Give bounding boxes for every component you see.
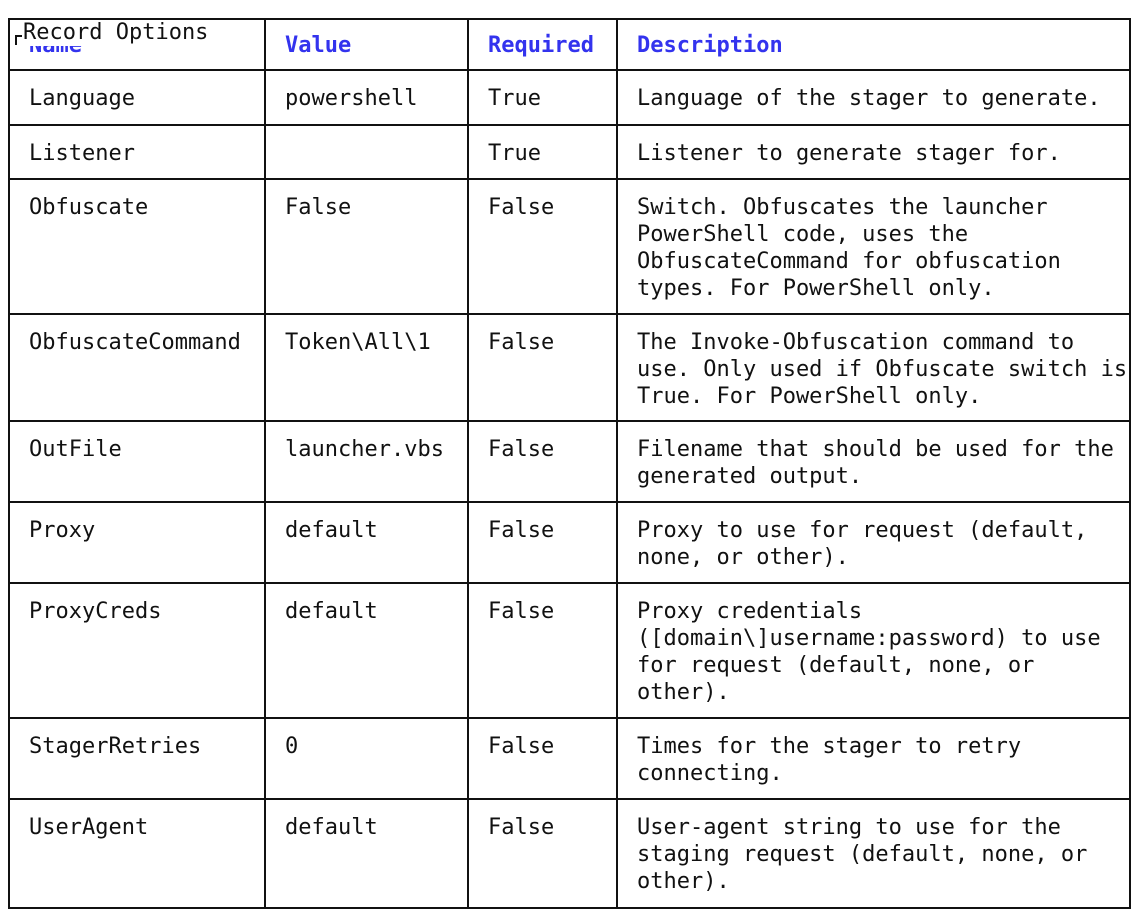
option-name: ProxyCreds bbox=[8, 582, 266, 719]
column-header-required: Required bbox=[467, 18, 618, 71]
column-header-description: Description bbox=[616, 18, 1131, 71]
option-name: OutFile bbox=[8, 420, 266, 503]
table-row: Listener True Listener to generate stage… bbox=[8, 124, 1131, 180]
option-name: Language bbox=[8, 69, 266, 126]
option-name: Proxy bbox=[8, 501, 266, 584]
option-required: False bbox=[467, 582, 618, 719]
table-row: ProxyCreds default False Proxy credentia… bbox=[8, 582, 1131, 719]
record-options-panel: Record Options Name Value Required Descr… bbox=[8, 18, 1131, 909]
table-row: Language powershell True Language of the… bbox=[8, 69, 1131, 126]
option-value bbox=[264, 124, 469, 180]
table-row: Proxy default False Proxy to use for req… bbox=[8, 501, 1131, 584]
option-description: User-agent string to use for the staging… bbox=[616, 798, 1131, 909]
option-description: Language of the stager to generate. bbox=[616, 69, 1131, 126]
option-name: UserAgent bbox=[8, 798, 266, 909]
option-required: False bbox=[467, 420, 618, 503]
option-required: True bbox=[467, 69, 618, 126]
table-row: Obfuscate False False Switch. Obfuscates… bbox=[8, 178, 1131, 315]
option-name: Listener bbox=[8, 124, 266, 180]
option-description: The Invoke-Obfuscation command to use. O… bbox=[616, 313, 1131, 422]
option-name: StagerRetries bbox=[8, 717, 266, 800]
option-description: Switch. Obfuscates the launcher PowerShe… bbox=[616, 178, 1131, 315]
option-required: False bbox=[467, 313, 618, 422]
option-value: launcher.vbs bbox=[264, 420, 469, 503]
option-required: False bbox=[467, 178, 618, 315]
option-required: False bbox=[467, 717, 618, 800]
options-table: Name Value Required Description Language… bbox=[8, 18, 1131, 909]
option-description: Proxy credentials ([domain\]username:pas… bbox=[616, 582, 1131, 719]
option-description: Times for the stager to retry connecting… bbox=[616, 717, 1131, 800]
option-required: True bbox=[467, 124, 618, 180]
option-description: Proxy to use for request (default, none,… bbox=[616, 501, 1131, 584]
panel-title: Record Options bbox=[22, 20, 210, 46]
option-value: False bbox=[264, 178, 469, 315]
option-value: default bbox=[264, 582, 469, 719]
option-required: False bbox=[467, 501, 618, 584]
option-description: Filename that should be used for the gen… bbox=[616, 420, 1131, 503]
column-header-value: Value bbox=[264, 18, 469, 71]
option-description: Listener to generate stager for. bbox=[616, 124, 1131, 180]
option-name: Obfuscate bbox=[8, 178, 266, 315]
option-value: default bbox=[264, 798, 469, 909]
option-name: ObfuscateCommand bbox=[8, 313, 266, 422]
option-value: 0 bbox=[264, 717, 469, 800]
option-required: False bbox=[467, 798, 618, 909]
table-row: ObfuscateCommand Token\All\1 False The I… bbox=[8, 313, 1131, 422]
table-row: StagerRetries 0 False Times for the stag… bbox=[8, 717, 1131, 800]
option-value: Token\All\1 bbox=[264, 313, 469, 422]
table-row: OutFile launcher.vbs False Filename that… bbox=[8, 420, 1131, 503]
option-value: powershell bbox=[264, 69, 469, 126]
option-value: default bbox=[264, 501, 469, 584]
table-row: UserAgent default False User-agent strin… bbox=[8, 798, 1131, 909]
